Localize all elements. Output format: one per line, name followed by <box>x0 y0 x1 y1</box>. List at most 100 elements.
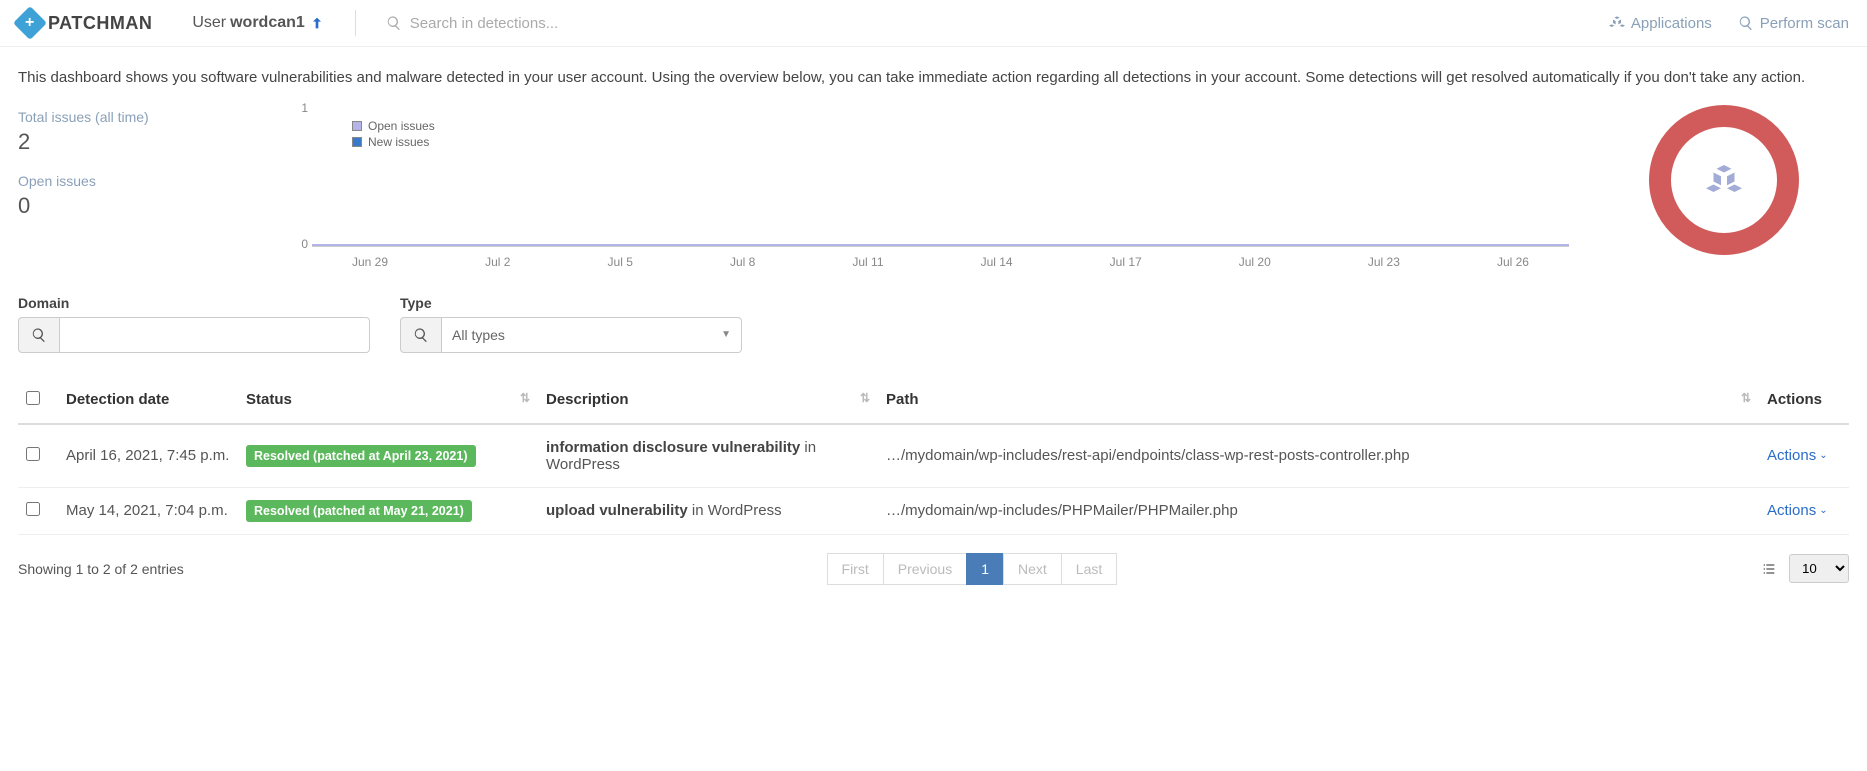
search-input[interactable] <box>410 15 810 32</box>
actions-dropdown[interactable]: Actions⌄ <box>1767 447 1828 464</box>
page-previous[interactable]: Previous <box>883 553 967 585</box>
open-issues-label: Open issues <box>18 173 258 189</box>
total-issues-label: Total issues (all time) <box>18 109 258 125</box>
header-nav: Applications Perform scan <box>1609 15 1849 32</box>
domain-search-button[interactable] <box>18 317 60 353</box>
x-tick: Jun 29 <box>352 255 388 269</box>
search-icon <box>386 15 402 31</box>
per-page-select[interactable]: 10 <box>1789 554 1849 583</box>
legend-item: New issues <box>352 135 435 149</box>
status-badge: Resolved (patched at May 21, 2021) <box>246 500 472 522</box>
type-value: All types <box>452 327 505 343</box>
issues-chart: 1 0 Open issues New issues Jun 29 Jul 2 … <box>288 101 1569 271</box>
x-tick: Jul 17 <box>1110 255 1142 269</box>
y-axis: 1 0 <box>288 101 308 251</box>
applications-label: Applications <box>1631 15 1712 32</box>
scan-icon <box>1738 15 1754 31</box>
x-tick: Jul 23 <box>1368 255 1400 269</box>
y-tick: 1 <box>301 101 308 115</box>
stats-sidebar: Total issues (all time) 2 Open issues 0 <box>18 101 258 237</box>
applications-link[interactable]: Applications <box>1609 15 1712 32</box>
cell-date: April 16, 2021, 7:45 p.m. <box>58 424 238 488</box>
x-tick: Jul 2 <box>485 255 510 269</box>
col-actions: Actions <box>1759 377 1849 424</box>
cell-description: information disclosure vulnerability in … <box>538 424 878 488</box>
arrow-up-icon <box>309 15 325 31</box>
user-switcher[interactable]: User wordcan1 <box>192 14 324 32</box>
chart-legend: Open issues New issues <box>352 119 435 151</box>
stats-row: Total issues (all time) 2 Open issues 0 … <box>0 101 1867 271</box>
chevron-down-icon: ⌄ <box>1819 450 1827 461</box>
row-checkbox[interactable] <box>26 447 40 461</box>
donut-chart <box>1599 101 1849 255</box>
cell-date: May 14, 2021, 7:04 p.m. <box>58 487 238 534</box>
brand-name: PATCHMAN <box>48 13 152 34</box>
type-label: Type <box>400 295 742 311</box>
search-bar <box>386 15 1609 32</box>
cell-path: …/mydomain/wp-includes/PHPMailer/PHPMail… <box>878 487 1759 534</box>
legend-label: Open issues <box>368 119 435 133</box>
donut-ring <box>1649 105 1799 255</box>
x-tick: Jul 20 <box>1239 255 1271 269</box>
col-date[interactable]: Detection date <box>58 377 238 424</box>
dashboard-description: This dashboard shows you software vulner… <box>0 47 1867 101</box>
filter-bar: Domain Type All types ▼ <box>0 271 1867 363</box>
cubes-icon <box>1609 15 1625 31</box>
actions-dropdown[interactable]: Actions⌄ <box>1767 502 1828 519</box>
user-name: wordcan1 <box>230 14 305 32</box>
header: + PATCHMAN User wordcan1 Applications Pe… <box>0 0 1867 47</box>
x-tick: Jul 8 <box>730 255 755 269</box>
page-first[interactable]: First <box>827 553 884 585</box>
search-icon <box>413 327 429 343</box>
x-tick: Jul 11 <box>852 255 883 269</box>
divider <box>355 10 356 36</box>
page-number[interactable]: 1 <box>966 553 1004 585</box>
x-tick: Jul 26 <box>1497 255 1529 269</box>
col-description[interactable]: Description⇅ <box>538 377 878 424</box>
caret-down-icon: ▼ <box>721 329 731 340</box>
sort-icon: ⇅ <box>860 391 870 405</box>
list-view-icon[interactable] <box>1761 561 1777 577</box>
user-prefix: User <box>192 14 226 32</box>
plus-icon: + <box>13 6 47 40</box>
x-axis: Jun 29 Jul 2 Jul 5 Jul 8 Jul 11 Jul 14 J… <box>312 253 1569 271</box>
open-issues-value: 0 <box>18 193 258 219</box>
select-all-checkbox[interactable] <box>26 391 40 405</box>
x-tick: Jul 14 <box>981 255 1013 269</box>
page-next[interactable]: Next <box>1003 553 1062 585</box>
domain-label: Domain <box>18 295 370 311</box>
legend-label: New issues <box>368 135 429 149</box>
type-search-button[interactable] <box>400 317 442 353</box>
row-checkbox[interactable] <box>26 502 40 516</box>
pagination: First Previous 1 Next Last <box>828 553 1118 585</box>
total-issues-value: 2 <box>18 129 258 155</box>
detections-table: Detection date Status⇅ Description⇅ Path… <box>18 377 1849 535</box>
col-path[interactable]: Path⇅ <box>878 377 1759 424</box>
cubes-icon <box>1706 162 1742 198</box>
page-last[interactable]: Last <box>1061 553 1117 585</box>
table-header-row: Detection date Status⇅ Description⇅ Path… <box>18 377 1849 424</box>
x-tick: Jul 5 <box>608 255 633 269</box>
chevron-down-icon: ⌄ <box>1819 505 1827 516</box>
series-line <box>312 244 1569 246</box>
y-tick: 0 <box>301 237 308 251</box>
legend-item: Open issues <box>352 119 435 133</box>
entries-summary: Showing 1 to 2 of 2 entries <box>18 561 184 577</box>
perform-scan-link[interactable]: Perform scan <box>1738 15 1849 32</box>
status-badge: Resolved (patched at April 23, 2021) <box>246 445 476 467</box>
sort-icon: ⇅ <box>520 391 530 405</box>
cell-path: …/mydomain/wp-includes/rest-api/endpoint… <box>878 424 1759 488</box>
footer-tools: 10 <box>1761 554 1849 583</box>
domain-input[interactable] <box>60 317 370 353</box>
table-row: May 14, 2021, 7:04 p.m. Resolved (patche… <box>18 487 1849 534</box>
search-icon <box>31 327 47 343</box>
brand-logo[interactable]: + PATCHMAN <box>18 11 152 35</box>
domain-filter: Domain <box>18 295 370 353</box>
col-status[interactable]: Status⇅ <box>238 377 538 424</box>
perform-scan-label: Perform scan <box>1760 15 1849 32</box>
type-filter: Type All types ▼ <box>400 295 742 353</box>
cell-description: upload vulnerability in WordPress <box>538 487 878 534</box>
sort-icon: ⇅ <box>1741 391 1751 405</box>
table-row: April 16, 2021, 7:45 p.m. Resolved (patc… <box>18 424 1849 488</box>
type-select[interactable]: All types ▼ <box>442 317 742 353</box>
